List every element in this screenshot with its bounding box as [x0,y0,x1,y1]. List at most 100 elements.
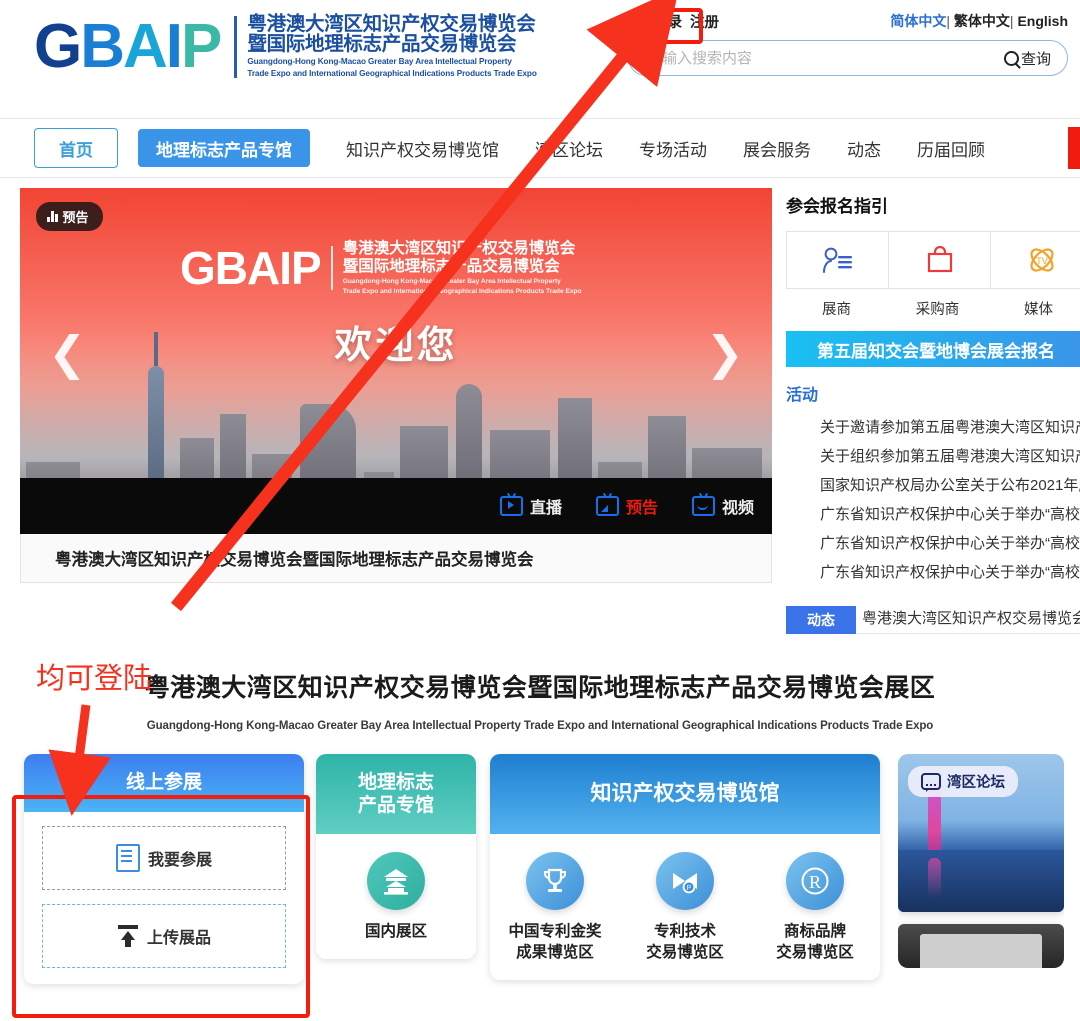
guide-cell-buyer[interactable] [888,231,991,289]
guide-cell-exhibitor[interactable] [786,231,889,289]
site-logo[interactable]: GBAIP 粤港澳大湾区知识产权交易博览会 暨国际地理标志产品交易博览会 Gua… [34,14,537,79]
registration-banner[interactable]: 第五届知交会暨地博会展会报名 [786,331,1080,367]
card-ip-expo[interactable]: 知识产权交易博览馆 中国专利金奖 成果博览区 P 专利技术 交易博览区 R 商标… [490,754,880,980]
section-title: 粤港澳大湾区知识产权交易博览会暨国际地理标志产品交易博览会展区 [144,674,936,702]
logo-divider [234,15,238,78]
nav-item-0[interactable]: 知识产权交易博览馆 [346,136,499,161]
login-link[interactable]: 登录 [653,11,682,32]
register-link[interactable]: 注册 [690,11,719,32]
carousel-tab-video[interactable]: 视频 [691,494,754,518]
nav-item-3[interactable]: 展会服务 [743,136,811,161]
guide-label-row: 展商 采购商 媒体 [786,298,1080,319]
header-right: 登录 注册 简体中文| 繁体中文| English 查询 [628,8,1068,76]
search-icon [1003,50,1019,66]
search-input[interactable] [645,48,1004,68]
main-nav: 首页 地理标志产品专馆 知识产权交易博览馆 湾区论坛 专场活动 展会服务 动态 … [0,118,1080,178]
carousel-badge-label: 预告 [62,210,89,225]
logo-cn-line1: 粤港澳大湾区知识产权交易博览会 [247,13,536,35]
logo-en-line2: Trade Expo and International Geographica… [247,69,537,79]
trademark-r-icon: R [786,852,844,910]
carousel-tab-preview[interactable]: 预告 [595,494,658,518]
preview-icon [595,496,619,516]
card-gi-item-label: 国内展区 [364,923,427,940]
hero-carousel[interactable]: 预告 GBAIP 粤港澳大湾区知识产权交易博览会 暨国际地理标志产品交易博览会 … [20,188,772,534]
lang-sep-1: | [946,13,951,29]
guide-icon-row: TV [786,231,1080,289]
card-online-body: 我要参展 上传展品 [24,812,304,984]
ip-cell-patent-tech[interactable]: P 专利技术 交易博览区 [620,852,750,964]
svg-text:P: P [687,885,692,892]
section-subtitle: Guangdong-Hong Kong-Macao Greater Bay Ar… [146,720,934,732]
forum-photo-reflection [928,858,941,898]
lang-english[interactable]: English [1017,13,1068,29]
search-box: 查询 [628,40,1068,76]
logo-cn-line2: 暨国际地理标志产品交易博览会 [247,33,517,56]
card-bay-forum[interactable]: 湾区论坛 [898,754,1064,968]
carousel-logo-en2: Trade Expo and International Geographica… [342,287,582,295]
user-icon [628,11,648,31]
svg-text:R: R [809,872,821,892]
trophy-icon [526,852,584,910]
carousel-next-arrow[interactable]: ❯ [705,330,744,376]
card-gi-title-line2: 产品专馆 [357,795,434,816]
carousel-logo: GBAIP 粤港澳大湾区知识产权交易博览会 暨国际地理标志产品交易博览会 Gua… [180,240,582,296]
live-icon [499,496,523,516]
lang-traditional[interactable]: 繁体中文 [954,13,1010,29]
card-online-exhibit[interactable]: 线上参展 我要参展 上传展品 [24,754,304,984]
upload-icon [117,925,139,947]
video-icon [691,496,715,516]
nav-item-2[interactable]: 专场活动 [639,136,707,161]
ip-cell-1-line1: 专利技术 [653,923,716,940]
carousel-tab-live[interactable]: 直播 [499,494,562,518]
nav-item-5[interactable]: 历届回顾 [917,136,985,161]
account-bar: 登录 注册 简体中文| 繁体中文| English [628,8,1068,34]
document-icon [115,844,140,872]
nav-item-1[interactable]: 湾区论坛 [535,136,603,161]
card-online-title: 线上参展 [24,754,304,812]
media-atom-icon: TV [1029,248,1054,272]
guide-label-buyer: 采购商 [915,302,960,318]
carousel-welcome-text: 欢迎您 [334,325,458,367]
guide-cell-media[interactable]: TV [990,231,1080,289]
forum-photo-water [898,850,1064,912]
ip-cell-trademark[interactable]: R 商标品牌 交易博览区 [750,852,880,964]
carousel-tab-preview-label: 预告 [625,500,658,517]
news-item[interactable]: 广东省知识产权保护中心关于举办“高校院所专利转化”活动的通知 [786,529,1080,558]
ip-cell-1-line2: 交易博览区 [646,943,724,961]
carousel-logo-cn1: 粤港澳大湾区知识产权交易博览会 [342,240,576,257]
news-item[interactable]: 关于邀请参加第五届粤港澳大湾区知识产权交易博览会的函 [786,413,1080,442]
carousel-badge: 预告 [36,202,103,231]
search-button[interactable]: 查询 [1003,48,1051,69]
news-item[interactable]: 关于组织参加第五届粤港澳大湾区知识产权交易博览会的通知 [786,442,1080,471]
forum-photo-secondary [898,924,1064,968]
nav-edge-marker [1068,127,1080,169]
card-gi-pavilion[interactable]: 地理标志 产品专馆 国内展区 [316,754,476,959]
expo-section: 粤港澳大湾区知识产权交易博览会暨国际地理标志产品交易博览会展区 Guangdon… [0,668,1080,732]
news-item[interactable]: 广东省知识产权保护中心关于举办“高校院所专利转化”活动的通知 [786,500,1080,529]
carousel-tab-video-label: 视频 [721,500,754,517]
online-item-apply-label: 我要参展 [147,852,212,869]
nav-item-4[interactable]: 动态 [847,136,881,161]
card-ip-body: 中国专利金奖 成果博览区 P 专利技术 交易博览区 R 商标品牌 交易博览区 [490,834,880,980]
logo-text-block: 粤港澳大湾区知识产权交易博览会 暨国际地理标志产品交易博览会 Guangdong… [247,14,536,79]
nav-item-gi-pavilion[interactable]: 地理标志产品专馆 [138,129,310,167]
carousel-caption[interactable]: 粤港澳大湾区知识产权交易博览会暨国际地理标志产品交易博览会 [20,534,772,583]
online-item-upload[interactable]: 上传展品 [42,904,286,968]
online-item-apply[interactable]: 我要参展 [42,826,286,890]
lang-simplified[interactable]: 简体中文 [890,13,946,29]
main-content: 预告 GBAIP 粤港澳大湾区知识产权交易博览会 暨国际地理标志产品交易博览会 … [0,178,1080,634]
news-item[interactable]: 国家知识产权局办公室关于公布2021年度国家知识产权示范城市名单 [786,471,1080,500]
nav-item-home[interactable]: 首页 [34,128,118,168]
card-gi-body: 国内展区 [316,834,476,959]
card-gi-title-line1: 地理标志 [357,771,434,793]
carousel-logo-en1: Guangdong-Hong Kong-Macao Greater Bay Ar… [342,277,561,285]
buyer-bag-icon [927,245,952,273]
exhibitor-icon [822,247,852,273]
ip-cell-patent-award[interactable]: 中国专利金奖 成果博览区 [490,852,620,964]
site-header: GBAIP 粤港澳大湾区知识产权交易博览会 暨国际地理标志产品交易博览会 Gua… [0,0,1080,118]
dynamic-text[interactable]: 粤港澳大湾区知识产权交易博览会暨国际地理标志产品交易博览会 [856,605,1080,634]
dynamic-tag[interactable]: 动态 [786,605,856,634]
news-item[interactable]: 广东省知识产权保护中心关于举办“高校院所专利转化”活动的通知 [786,558,1080,587]
carousel-prev-arrow[interactable]: ❮ [48,330,87,376]
temple-icon [367,852,425,910]
